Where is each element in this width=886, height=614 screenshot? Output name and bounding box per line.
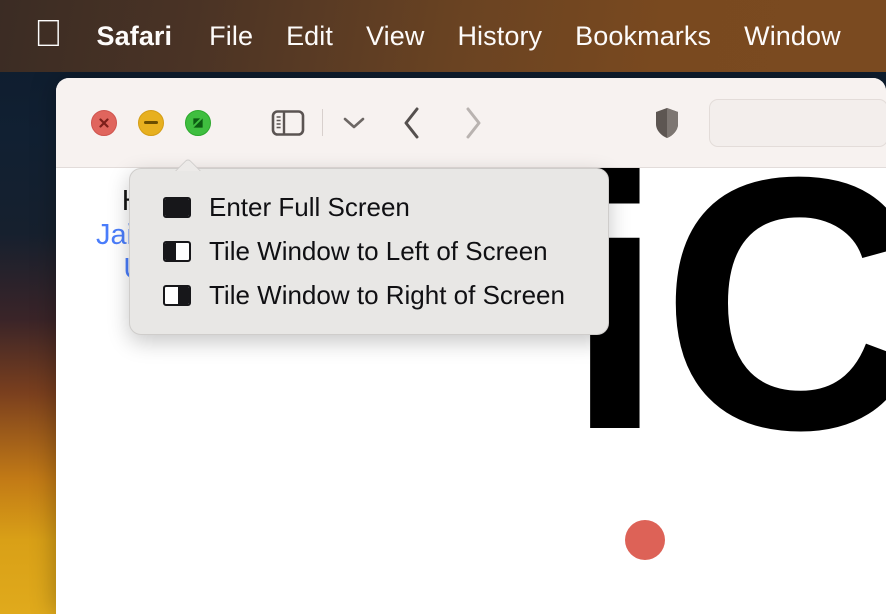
menu-item-file[interactable]: File <box>209 21 253 52</box>
macos-menu-bar:  Safari File Edit View History Bookmark… <box>0 0 886 72</box>
menu-item-edit[interactable]: Edit <box>286 21 333 52</box>
menu-item-tile-right[interactable]: Tile Window to Right of Screen <box>130 273 608 317</box>
chevron-right-icon <box>466 107 481 138</box>
privacy-shield-icon <box>655 107 678 138</box>
window-options-popup-menu: Enter Full Screen Tile Window to Left of… <box>129 168 609 335</box>
chevron-down-icon <box>343 117 365 128</box>
menu-item-label: Tile Window to Right of Screen <box>209 279 565 310</box>
tile-right-icon <box>163 284 191 306</box>
menu-item-window[interactable]: Window <box>744 21 841 52</box>
minus-icon <box>144 121 158 124</box>
menu-item-history[interactable]: History <box>457 21 542 52</box>
menu-item-label: Enter Full Screen <box>209 191 410 222</box>
window-controls <box>91 109 211 136</box>
chevron-left-icon <box>404 107 419 138</box>
full-screen-icon <box>163 196 191 218</box>
logo-text: iCl <box>565 168 886 505</box>
back-button[interactable] <box>398 103 426 143</box>
popup-tail <box>175 158 201 171</box>
tile-left-icon <box>163 240 191 262</box>
menu-item-enter-full-screen[interactable]: Enter Full Screen <box>130 185 608 229</box>
menu-item-tile-left[interactable]: Tile Window to Left of Screen <box>130 229 608 273</box>
desktop-wallpaper:  Safari File Edit View History Bookmark… <box>0 0 886 614</box>
fullscreen-diagonal-icon <box>192 116 203 128</box>
forward-button[interactable] <box>458 103 486 143</box>
safari-toolbar <box>56 78 886 168</box>
menu-item-view[interactable]: View <box>366 21 424 52</box>
sidebar-options-button[interactable] <box>340 103 368 143</box>
maximize-window-button[interactable] <box>185 109 211 136</box>
close-window-button[interactable] <box>91 109 117 136</box>
sidebar-toggle-icon <box>271 109 305 136</box>
menu-item-label: Tile Window to Left of Screen <box>209 235 548 266</box>
icloud-logo-wordmark: iCl <box>565 168 886 614</box>
menu-item-bookmarks[interactable]: Bookmarks <box>575 21 711 52</box>
toolbar-divider <box>322 109 323 136</box>
minimize-window-button[interactable] <box>138 109 164 136</box>
apple-logo-icon[interactable]:  <box>34 15 63 53</box>
close-icon <box>99 117 109 128</box>
privacy-report-button[interactable] <box>653 103 681 143</box>
menu-item-safari[interactable]: Safari <box>97 21 173 52</box>
logo-red-dot <box>625 520 665 560</box>
sidebar-toggle-button[interactable] <box>271 103 305 143</box>
address-bar-input[interactable] <box>709 98 886 147</box>
